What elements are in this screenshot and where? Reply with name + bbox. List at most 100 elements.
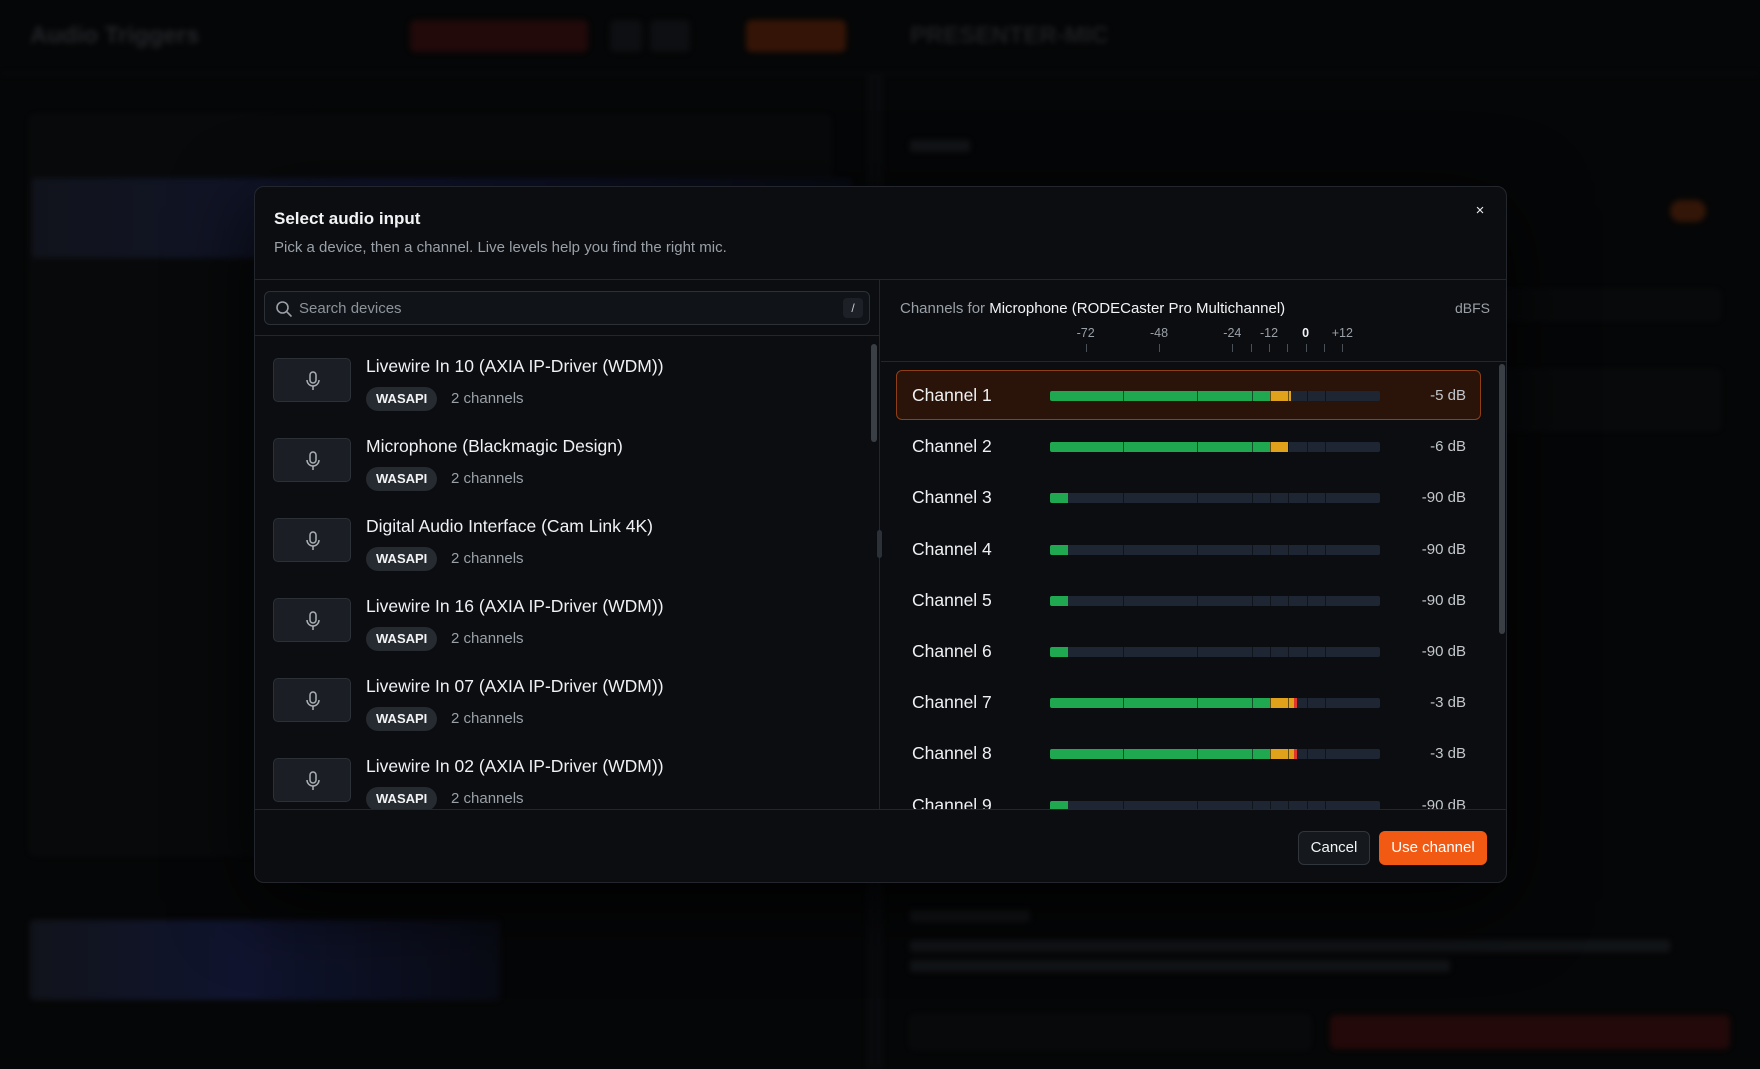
device-list-item[interactable]: Livewire In 16 (AXIA IP-Driver (WDM)) WA… [255, 576, 869, 656]
channel-level-readout: -6 dB [1430, 438, 1466, 456]
channel-name: Channel 5 [912, 589, 992, 610]
use-channel-button[interactable]: Use channel [1379, 831, 1487, 865]
scrollbar-thumb[interactable] [871, 344, 877, 442]
meter-tick [1270, 595, 1271, 606]
meter-green-zone [1050, 749, 1270, 760]
meter-tick [1288, 442, 1290, 453]
scale-tick-label: -72 [1076, 326, 1095, 340]
close-icon[interactable]: × [1468, 199, 1492, 223]
scale-tick [1305, 344, 1307, 352]
channel-row[interactable]: Channel 3 -90 dB [896, 472, 1481, 522]
channel-name: Channel 4 [912, 538, 992, 559]
scale-tick [1159, 344, 1160, 352]
device-api-badge: WASAPI [366, 787, 438, 809]
meter-tick [1123, 800, 1125, 809]
background-button [910, 1015, 1310, 1049]
search-input[interactable] [299, 292, 839, 324]
meter-tick [1123, 442, 1125, 453]
scale-tick [1342, 344, 1344, 352]
meter-tick [1306, 493, 1308, 504]
channel-row[interactable]: Channel 8 -3 dB [896, 728, 1481, 778]
device-api-badge: WASAPI [366, 387, 438, 411]
meter-yellow-zone [1270, 442, 1289, 453]
channel-pane: Channels for Microphone (RODECaster Pro … [881, 280, 1506, 809]
channel-list-scrollbar[interactable] [1496, 362, 1506, 809]
meter-tick [1288, 800, 1290, 809]
level-meter [1050, 800, 1380, 809]
channel-row[interactable]: Channel 9 -90 dB [896, 780, 1481, 809]
device-list-item[interactable]: Livewire In 07 (AXIA IP-Driver (WDM)) WA… [255, 656, 869, 736]
meter-tick [1306, 647, 1308, 657]
device-api-badge: WASAPI [366, 627, 438, 651]
dialog-title: Select audio input [274, 209, 421, 228]
meter-tick [1123, 647, 1125, 657]
background-control [610, 20, 642, 52]
background-toggle [1670, 200, 1706, 222]
meter-noise-floor [1050, 595, 1068, 606]
microphone-icon [306, 531, 320, 550]
meter-tick [1251, 595, 1253, 606]
background-status-pill [410, 20, 588, 52]
microphone-icon [306, 691, 320, 710]
device-list-item[interactable]: Microphone (Blackmagic Design) WASAPI 2 … [255, 416, 869, 496]
meter-yellow-zone [1270, 749, 1295, 760]
channel-name: Channel 2 [912, 436, 992, 457]
meter-tick [1270, 544, 1271, 555]
meter-tick [1306, 391, 1308, 401]
device-name: Microphone (Blackmagic Design) [366, 436, 623, 456]
meter-tick [1288, 595, 1290, 606]
device-list-scrollbar[interactable] [869, 336, 879, 809]
meter-tick [1123, 698, 1125, 709]
level-meter [1050, 698, 1380, 709]
channels-header-prefix: Channels for [900, 300, 986, 317]
meter-tick [1288, 544, 1290, 555]
level-meter [1050, 749, 1380, 760]
channel-row[interactable]: Channel 5 -90 dB [896, 575, 1481, 625]
device-icon-tile [273, 518, 351, 562]
device-list[interactable]: Livewire In 10 (AXIA IP-Driver (WDM)) WA… [255, 336, 869, 809]
meter-noise-floor [1050, 493, 1068, 504]
search-box[interactable]: / [264, 291, 870, 325]
device-api-badge: WASAPI [366, 707, 438, 731]
meter-green-zone [1050, 391, 1270, 401]
level-meter [1050, 391, 1380, 401]
channel-row[interactable]: Channel 4 -90 dB [896, 524, 1481, 574]
scrollbar-thumb[interactable] [1499, 364, 1505, 634]
channel-row[interactable]: Channel 2 -6 dB [896, 421, 1481, 471]
channel-row[interactable]: Channel 7 -3 dB [896, 677, 1481, 727]
device-list-item[interactable]: Livewire In 10 (AXIA IP-Driver (WDM)) WA… [255, 336, 869, 416]
channel-row[interactable]: Channel 6 -90 dB [896, 626, 1481, 676]
device-list-item[interactable]: Livewire In 02 (AXIA IP-Driver (WDM)) WA… [255, 736, 869, 809]
meter-tick [1306, 595, 1308, 606]
meter-tick [1270, 698, 1271, 709]
meter-tick [1123, 493, 1125, 504]
device-list-item[interactable]: Digital Audio Interface (Cam Link 4K) WA… [255, 496, 869, 576]
device-icon-tile [273, 758, 351, 802]
channel-level-readout: -3 dB [1430, 745, 1466, 763]
level-meter [1050, 442, 1380, 453]
microphone-icon [306, 451, 320, 470]
meter-tick [1251, 800, 1253, 809]
meter-tick [1288, 698, 1290, 709]
device-name: Livewire In 16 (AXIA IP-Driver (WDM)) [366, 596, 664, 616]
device-name: Livewire In 02 (AXIA IP-Driver (WDM)) [366, 756, 664, 776]
scale-tick [1232, 344, 1234, 352]
meter-red-zone [1294, 698, 1298, 709]
background-topbar: Audio Triggers PRESENTER-MIC [0, 0, 1760, 74]
scale-tick [1287, 344, 1289, 352]
meter-tick [1288, 749, 1290, 760]
channel-name: Channel 1 [912, 385, 992, 405]
meter-noise-floor [1050, 647, 1068, 657]
device-api-badge: WASAPI [366, 547, 438, 571]
meter-tick [1196, 493, 1198, 504]
channel-name: Channel 9 [912, 794, 992, 809]
cancel-button[interactable]: Cancel [1298, 831, 1370, 865]
channel-row[interactable]: Channel 1 -5 dB [896, 370, 1481, 420]
channel-level-readout: -90 dB [1421, 796, 1466, 809]
channel-list[interactable]: Channel 1 -5 dB Channel 2 -6 dB Channel 3 -90… [881, 362, 1496, 809]
microphone-icon [306, 611, 320, 630]
meter-tick [1325, 647, 1326, 657]
device-icon-tile [273, 598, 351, 642]
meter-tick [1123, 544, 1125, 555]
meter-red-zone [1294, 749, 1298, 760]
